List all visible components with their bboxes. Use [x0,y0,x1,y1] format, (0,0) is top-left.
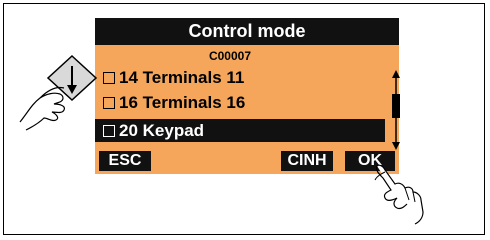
esc-button[interactable]: ESC [99,151,151,171]
list-item-label: 20 Keypad [119,121,205,140]
cinh-button[interactable]: CINH [281,151,333,171]
list-item[interactable]: 16 Terminals 16 [95,91,385,114]
parameter-code: C00007 [208,49,252,63]
scroll-arrows-icon[interactable] [389,70,403,150]
list-item[interactable]: 14 Terminals 11 [95,66,385,89]
list-item-selected[interactable]: 20 Keypad [95,119,385,142]
down-arrow-key-icon[interactable] [10,52,120,132]
pointing-hand-icon [374,164,424,225]
display-title: Control mode [95,18,399,45]
keypad-display: Control mode C00007 14 Terminals 11 16 T… [95,18,400,174]
list-item-label: 16 Terminals 16 [119,93,246,112]
list-item-label: 14 Terminals 11 [119,68,245,87]
